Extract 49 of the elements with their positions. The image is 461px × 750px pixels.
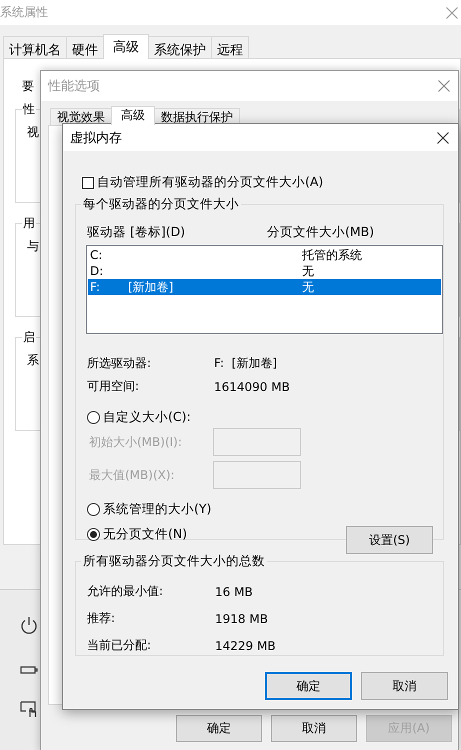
tab[interactable]: 高级 xyxy=(111,106,155,125)
tab[interactable]: 远程 xyxy=(211,36,249,58)
tab[interactable]: 硬件 xyxy=(66,36,104,58)
power-icon[interactable] xyxy=(20,615,38,635)
group-title: 所有驱动器分页文件大小的总数 xyxy=(82,553,266,570)
field-label: 初始大小(MB)(I): xyxy=(88,434,183,450)
drive-list[interactable]: C: 托管的系统 D: 无 F: [新加卷] 无 xyxy=(86,245,443,334)
tab[interactable]: 高级 xyxy=(103,34,149,59)
dialog-button[interactable]: 取消 xyxy=(361,672,448,700)
group-title: 启 xyxy=(22,329,36,346)
field-value: 1918 MB xyxy=(215,612,269,626)
battery-icon[interactable] xyxy=(20,665,38,675)
drive-row[interactable]: C: 托管的系统 xyxy=(88,247,441,263)
dialog-button[interactable]: 确定 xyxy=(265,672,352,700)
field-value: 16 MB xyxy=(215,584,254,598)
drive-row[interactable]: F: [新加卷] 无 xyxy=(88,279,441,295)
group-title: 性 xyxy=(22,101,36,118)
radio-option[interactable]: 自定义大小(C): xyxy=(87,409,191,426)
group-title: 每个驱动器的分页文件大小 xyxy=(82,196,240,213)
field-label: 最大值(MB)(X): xyxy=(88,466,176,484)
field-label: 所选驱动器: xyxy=(87,355,152,372)
field-label: 推荐: xyxy=(87,610,116,627)
tab[interactable]: 系统保护 xyxy=(148,36,212,58)
field-label: 允许的最小值: xyxy=(87,583,164,600)
group-text: 视 xyxy=(27,125,39,139)
radio-option[interactable]: 无分页文件(N) xyxy=(87,526,188,543)
window-title: 性能选项 xyxy=(48,78,100,95)
window-title: 虚拟内存 xyxy=(70,130,122,146)
field-value: 14229 MB xyxy=(215,638,277,652)
intro-text: 要 xyxy=(22,78,34,95)
group-text: 系 xyxy=(27,353,39,367)
dialog-button[interactable]: 取消 xyxy=(271,715,357,742)
column-header: 分页文件大小(MB) xyxy=(267,224,374,241)
close-icon[interactable] xyxy=(437,132,449,144)
tab[interactable]: 计算机名 xyxy=(3,36,67,58)
window-title: 系统属性 xyxy=(0,4,48,21)
group-title: 用 xyxy=(22,215,36,232)
field-value: F: [新加卷] xyxy=(214,355,278,372)
radio-option[interactable]: 系统管理的大小(Y) xyxy=(87,501,212,518)
drive-row[interactable]: D: 无 xyxy=(88,263,441,279)
field-value: 1614090 MB xyxy=(214,380,291,394)
group-text: 与 xyxy=(27,239,39,253)
column-header: 驱动器 [卷标](D) xyxy=(87,224,186,241)
field-label: 当前已分配: xyxy=(87,637,152,654)
monitor-pointer-icon[interactable] xyxy=(20,700,38,718)
dialog-button[interactable]: 确定 xyxy=(176,715,262,742)
checkbox[interactable]: 自动管理所有驱动器的分页文件大小(A) xyxy=(82,174,324,191)
set-button[interactable]: 设置(S) xyxy=(346,526,433,554)
field-label: 可用空间: xyxy=(87,378,140,395)
